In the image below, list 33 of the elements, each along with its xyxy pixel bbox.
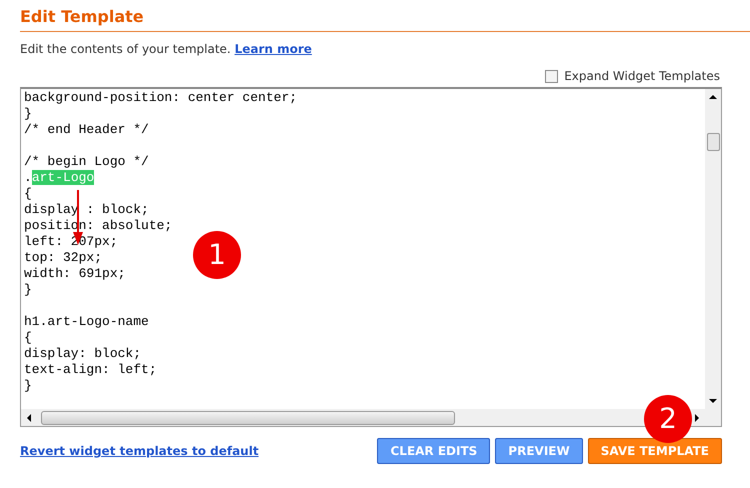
code-line: h1.art-Logo-name (24, 314, 149, 329)
code-line: } (24, 378, 32, 393)
code-line: { (24, 186, 32, 201)
code-line: background-position: center center; (24, 90, 298, 105)
description-text: Edit the contents of your template. (20, 42, 231, 56)
code-line: . (24, 170, 32, 185)
template-editor[interactable] (20, 87, 722, 427)
code-line: display : block; (24, 202, 149, 217)
expand-widget-templates-checkbox[interactable] (545, 70, 558, 82)
scrollbar-thumb[interactable] (41, 410, 455, 424)
code-line: top: 32px; (24, 250, 102, 265)
save-button[interactable]: SAVE TEMPLATE (588, 438, 722, 464)
code-line: } (24, 106, 32, 121)
action-button[interactable]: CLEAR EDITS (377, 438, 490, 464)
code-line: text-align: left; (24, 362, 157, 377)
code-line: width: 691px; (24, 266, 126, 281)
code-line: display: block; (24, 346, 142, 361)
code-line: } (24, 282, 32, 297)
scroll-down-icon[interactable] (709, 399, 717, 403)
learn-more-link[interactable]: Learn more (234, 42, 312, 56)
highlighted-code: art-Logo (32, 170, 94, 185)
revert-link[interactable]: Revert widget templates to default (20, 442, 259, 460)
checkbox-label: Expand Widget Templates (564, 68, 720, 85)
horizontal-scrollbar[interactable] (21, 409, 721, 426)
scroll-up-icon[interactable] (709, 95, 717, 99)
vertical-scrollbar[interactable] (705, 89, 721, 409)
code-line: /* end Header */ (24, 122, 149, 137)
code-line: { (24, 330, 32, 345)
action-button[interactable]: PREVIEW (495, 438, 583, 464)
code-line: /* begin Logo */ (24, 154, 149, 169)
scroll-left-icon[interactable] (27, 414, 31, 422)
page-title: Edit Template (20, 6, 144, 28)
scrollbar-thumb[interactable] (706, 133, 720, 151)
